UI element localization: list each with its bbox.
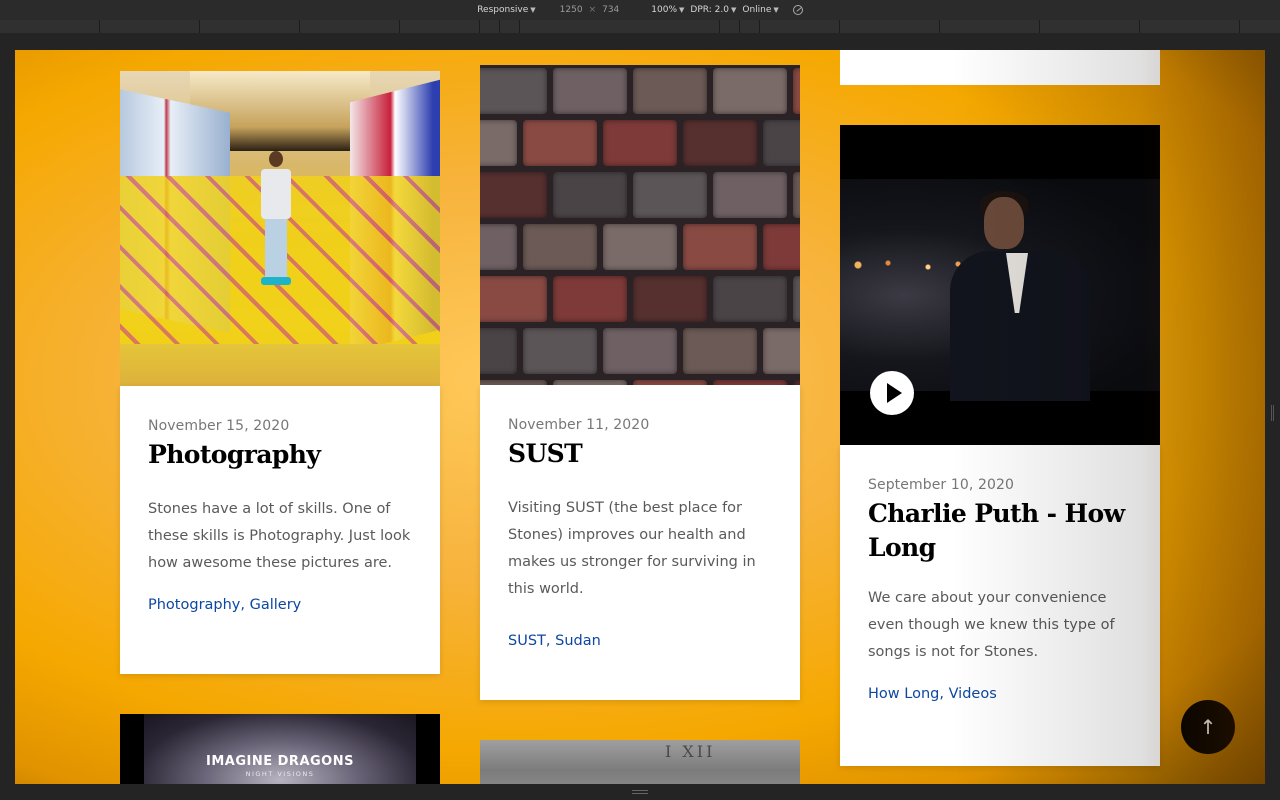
device-selector[interactable]: Responsive ▼ [477,5,535,15]
post-title[interactable]: SUST [508,437,772,471]
video-person [950,191,1090,401]
brick [480,328,517,374]
post-excerpt: We care about your convenience even thou… [868,590,1115,660]
brick [683,120,757,166]
post-title[interactable]: Photography [148,438,412,472]
devtools-device-toolbar: Responsive ▼ 1250 × 734 100% ▼ DPR: 2.0 ▼ O… [0,0,1280,20]
image-blur-band [120,344,440,386]
brick [793,68,800,114]
zoom-selector[interactable]: 100% ▼ [651,5,684,15]
brick [633,68,707,114]
brick [713,172,787,218]
dimension-separator: × [588,5,597,15]
post-image-stone[interactable]: I XII [480,740,800,784]
post-date: November 11, 2020 [508,417,650,433]
tag-link[interactable]: How Long [868,686,939,702]
play-icon[interactable] [870,371,914,415]
post-date: November 15, 2020 [148,418,290,434]
devtools-bottom-bar [0,784,1280,800]
post-date: September 10, 2020 [868,477,1014,493]
brick [633,172,707,218]
brick [793,276,800,322]
brick [633,276,707,322]
dpr-label: DPR: 2.0 [690,5,729,15]
card-stub [840,50,1160,85]
dropdown-arrow-icon: ▼ [730,6,737,14]
post-title[interactable]: Charlie Puth - How Long [868,497,1132,565]
zoom-label: 100% [651,5,678,15]
image-person [256,151,296,301]
tag-separator: , [240,597,250,613]
page-viewport: November 15, 2020 Photography Stones hav… [15,50,1265,784]
post-card-sust: November 11, 2020 SUST Visiting SUST (th… [480,385,800,700]
brick [480,120,517,166]
dropdown-arrow-icon: ▼ [773,6,779,14]
post-image-photography[interactable] [120,71,440,386]
brick [523,328,597,374]
arrow-up-icon: ↑ [1199,715,1217,739]
tag-link[interactable]: Videos [949,686,997,702]
brick [480,68,547,114]
brick [713,68,787,114]
post-image-imagine-dragons[interactable]: IMAGINE DRAGONS NIGHT VISIONS [120,714,440,784]
tag-link[interactable]: Photography [148,597,240,613]
device-label: Responsive [477,5,529,15]
tag-separator: , [939,686,949,702]
brick [553,172,627,218]
brick [763,328,800,374]
post-tags: How Long, Videos [868,686,1132,702]
post-card-photography: November 15, 2020 Photography Stones hav… [120,386,440,674]
album-title: NIGHT VISIONS [245,770,315,778]
dpr-selector[interactable]: DPR: 2.0 ▼ [690,5,736,15]
network-label: Online [742,5,772,15]
dropdown-arrow-icon: ▼ [530,6,536,14]
tag-separator: , [545,633,556,649]
post-excerpt: Visiting SUST (the best place for Stones… [508,500,756,597]
viewport-height-input[interactable]: 734 [602,5,619,15]
resize-handle-right[interactable] [1271,405,1274,421]
brick [763,120,800,166]
brick [603,328,677,374]
brick [683,328,757,374]
dropdown-arrow-icon: ▼ [679,6,685,14]
brick [480,224,517,270]
post-tags: SUST, Sudan [508,633,772,649]
brick [683,224,757,270]
brick [603,120,677,166]
brick [713,276,787,322]
tag-link[interactable]: Gallery [250,597,302,613]
brick [480,276,547,322]
post-video-charlie-puth[interactable] [840,125,1160,445]
album-band-name: IMAGINE DRAGONS [206,754,354,769]
resize-handle-bottom[interactable] [632,790,648,794]
brick [523,224,597,270]
scroll-to-top-button[interactable]: ↑ [1181,700,1235,754]
brick [523,120,597,166]
brick [553,68,627,114]
media-query-ruler[interactable] [0,20,1280,33]
brick [553,276,627,322]
post-image-sust[interactable] [480,65,800,385]
post-excerpt: Stones have a lot of skills. One of thes… [148,501,411,571]
viewport-width-input[interactable]: 1250 [560,5,583,15]
post-card-charlie-puth: September 10, 2020 Charlie Puth - How Lo… [840,445,1160,766]
post-tags: Photography, Gallery [148,597,412,613]
rotate-icon[interactable] [792,5,803,15]
brick [603,224,677,270]
brick [480,172,547,218]
brick [793,172,800,218]
brick [763,224,800,270]
stone-carving: I XII [665,742,716,761]
tag-link[interactable]: SUST [508,633,546,649]
network-throttle-selector[interactable]: Online ▼ [742,5,778,15]
tag-link[interactable]: Sudan [555,633,601,649]
